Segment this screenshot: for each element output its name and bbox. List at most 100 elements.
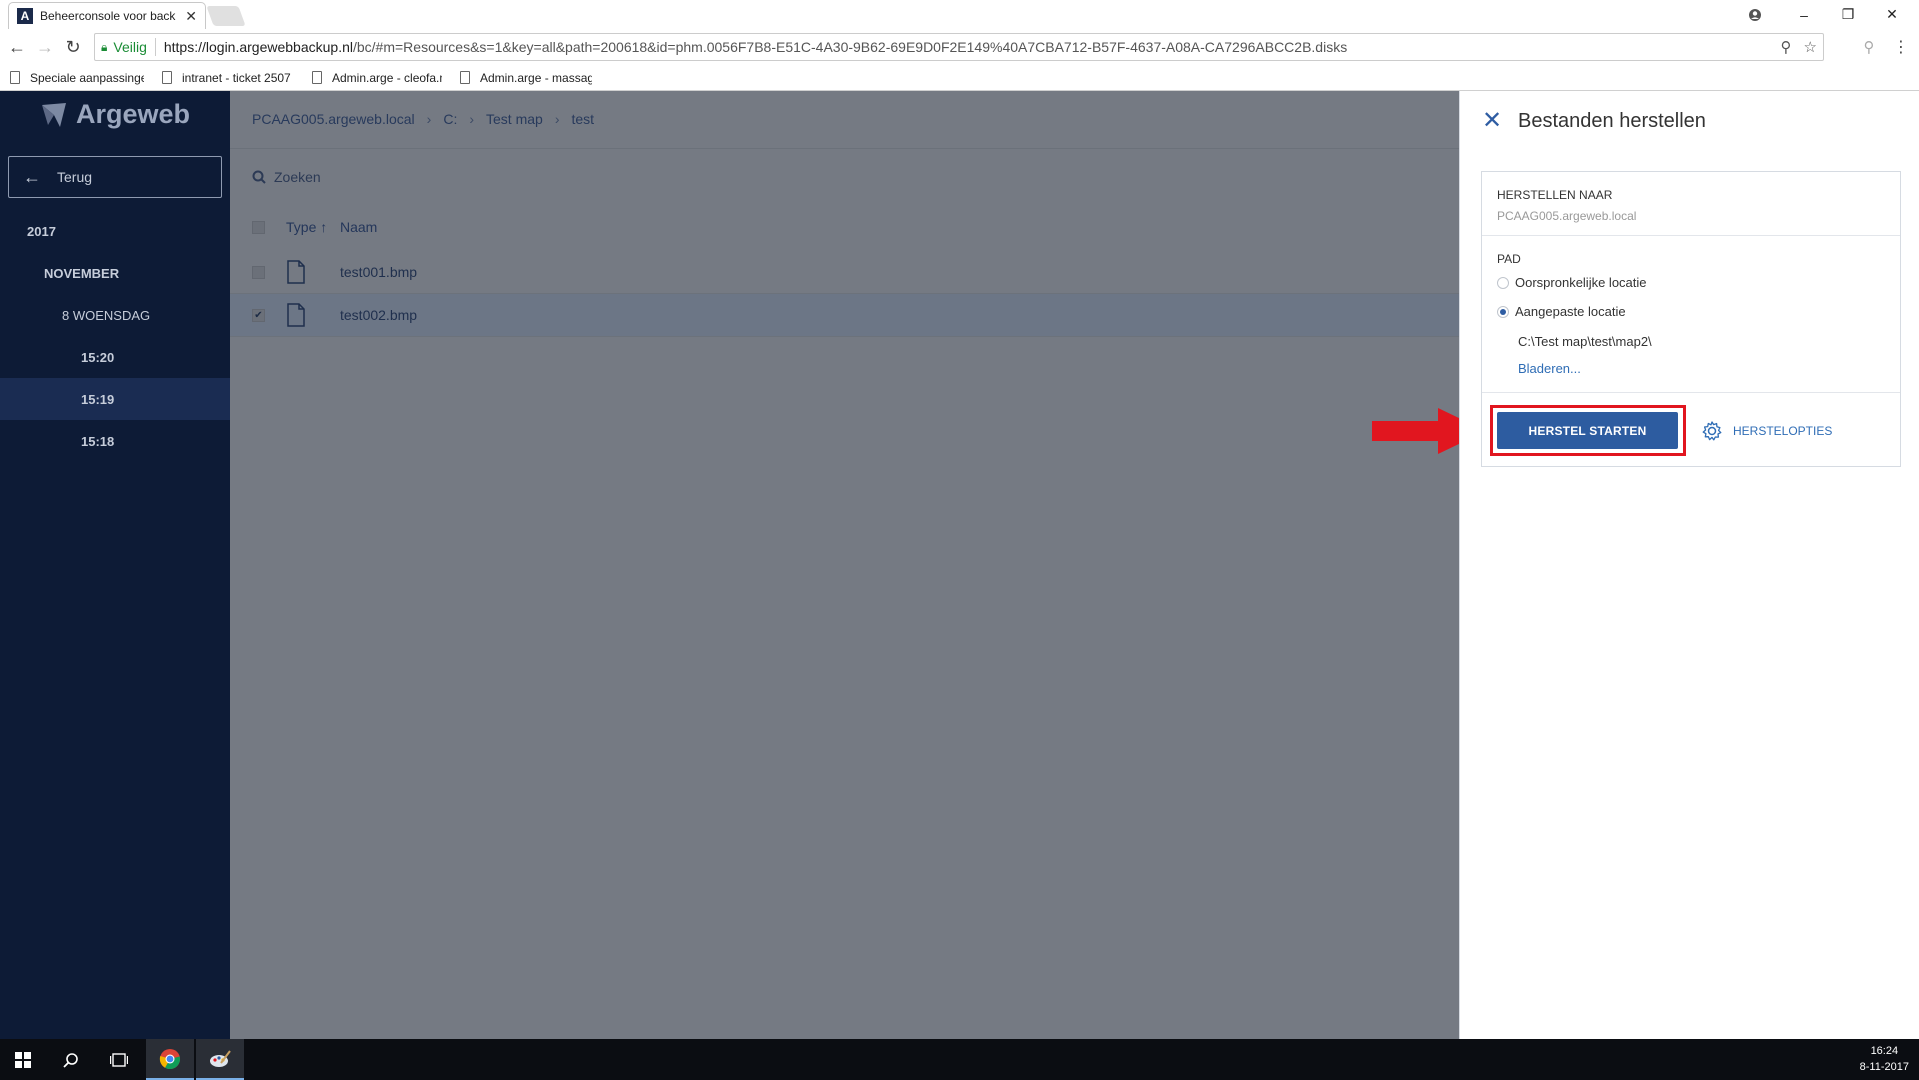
new-tab-button[interactable] xyxy=(206,6,246,26)
argeweb-favicon-icon: A xyxy=(17,8,33,24)
search-field[interactable]: Zoeken xyxy=(252,169,321,185)
back-label: Terug xyxy=(57,169,93,185)
url-path: /bc/#m=Resources&s=1&key=all&path=200618… xyxy=(352,39,1348,55)
browse-link[interactable]: Bladeren... xyxy=(1518,361,1581,376)
lock-icon: 🔒︎ xyxy=(101,39,108,54)
restore-target-section: HERSTELLEN NAAR PCAAG005.argeweb.local xyxy=(1482,172,1900,236)
radio-button[interactable] xyxy=(1497,276,1509,289)
nav-day[interactable]: 8 WOENSDAG xyxy=(0,294,230,336)
column-type[interactable]: Type ↑ xyxy=(286,219,340,235)
radio-button[interactable] xyxy=(1497,305,1509,318)
restore-panel: ✕ Bestanden herstellen HERSTELLEN NAAR P… xyxy=(1459,91,1919,1039)
radio-label: Aangepaste locatie xyxy=(1515,304,1626,319)
bookmark-label: Speciale aanpassinge xyxy=(30,70,144,85)
extension-icon[interactable]: ⚲ xyxy=(1857,35,1881,59)
gear-icon xyxy=(1702,421,1722,441)
restore-card: HERSTELLEN NAAR PCAAG005.argeweb.local P… xyxy=(1481,171,1901,467)
nav-time-1518[interactable]: 15:18 xyxy=(0,420,230,462)
tab-title: Beheerconsole voor back xyxy=(40,9,176,23)
breadcrumb-item[interactable]: Test map xyxy=(486,111,543,127)
breadcrumb-item: test xyxy=(571,111,595,127)
divider xyxy=(154,38,156,56)
bookmarks-bar: Speciale aanpassinge intranet - ticket 2… xyxy=(0,65,1919,91)
bookmark-label: Admin.arge - massag xyxy=(480,70,592,85)
path-label: PAD xyxy=(1497,252,1521,266)
nav-year[interactable]: 2017 xyxy=(0,210,230,252)
select-all-checkbox[interactable] xyxy=(252,220,265,234)
breadcrumb-item[interactable]: PCAAG005.argeweb.local xyxy=(252,111,415,127)
radio-original-location[interactable]: Oorspronkelijke locatie xyxy=(1497,275,1647,290)
table-row[interactable]: test001.bmp xyxy=(230,251,1459,294)
restore-icon[interactable]: ❐ xyxy=(1826,0,1870,29)
nav-label: NOVEMBER xyxy=(44,265,120,281)
column-label: Type xyxy=(286,219,317,235)
paint-app-icon[interactable] xyxy=(196,1039,244,1080)
logo-text: Argeweb xyxy=(76,99,191,129)
table-row[interactable]: ✔ test002.bmp xyxy=(230,294,1459,337)
task-view-icon[interactable] xyxy=(96,1039,142,1080)
system-clock[interactable]: 16:24 8-11-2017 xyxy=(1860,1043,1909,1075)
bookmark-item[interactable]: Admin.arge - cleofa.n xyxy=(312,71,442,85)
secure-label: Veilig xyxy=(113,39,147,55)
row-checkbox[interactable] xyxy=(252,265,265,279)
column-name[interactable]: Naam xyxy=(340,219,377,235)
breadcrumb: PCAAG005.argeweb.local › C: › Test map ›… xyxy=(252,111,594,127)
reload-icon[interactable]: ↻ xyxy=(61,35,85,59)
search-placeholder: Zoeken xyxy=(274,169,321,185)
options-label: HERSTELOPTIES xyxy=(1733,424,1833,438)
bookmark-label: Admin.arge - cleofa.n xyxy=(332,70,442,85)
bookmark-star-icon[interactable]: ☆ xyxy=(1804,38,1817,56)
start-restore-button[interactable]: HERSTEL STARTEN xyxy=(1497,412,1678,449)
minimize-icon[interactable]: – xyxy=(1782,0,1826,29)
radio-label: Oorspronkelijke locatie xyxy=(1515,275,1647,290)
nav-label: 2017 xyxy=(27,223,56,239)
nav-month[interactable]: NOVEMBER xyxy=(0,252,230,294)
chevron-right-icon: › xyxy=(554,111,560,127)
restore-options-link[interactable]: HERSTELOPTIES xyxy=(1701,420,1832,442)
clock-time: 16:24 xyxy=(1870,1045,1899,1057)
file-name: test002.bmp xyxy=(340,307,418,323)
chrome-icon[interactable] xyxy=(146,1039,194,1080)
windows-start-icon[interactable] xyxy=(0,1039,46,1080)
url-origin: https://login.argewebbackup.nl xyxy=(163,39,353,55)
radio-custom-location[interactable]: Aangepaste locatie xyxy=(1497,304,1626,319)
profile-icon[interactable] xyxy=(1733,0,1777,29)
close-icon[interactable]: ✕ xyxy=(1482,109,1502,133)
row-checkbox[interactable]: ✔ xyxy=(252,308,265,322)
url-text: https://login.argewebbackup.nl/bc/#m=Res… xyxy=(164,39,1769,55)
address-bar[interactable]: 🔒︎ Veilig https://login.argewebbackup.nl… xyxy=(94,33,1824,61)
search-icon[interactable] xyxy=(48,1039,94,1080)
forward-nav-icon[interactable]: → xyxy=(33,35,57,59)
arrow-left-icon: ← xyxy=(23,166,41,187)
browser-tab[interactable]: A Beheerconsole voor back ✕ xyxy=(8,2,206,29)
menu-icon[interactable]: ⋮ xyxy=(1889,35,1913,59)
window-close-icon[interactable]: ✕ xyxy=(1870,0,1914,29)
zoom-icon[interactable]: ⚲ xyxy=(1781,38,1792,56)
back-nav-icon[interactable]: ← xyxy=(5,35,29,59)
clock-date: 8-11-2017 xyxy=(1859,1061,1909,1073)
windows-taskbar: 16:24 8-11-2017 xyxy=(0,1039,1919,1080)
nav-time-1520[interactable]: 15:20 xyxy=(0,336,230,378)
panel-title: Bestanden herstellen xyxy=(1518,110,1706,132)
breadcrumb-item[interactable]: C: xyxy=(443,111,457,127)
chevron-right-icon: › xyxy=(469,111,474,127)
restore-to-value: PCAAG005.argeweb.local xyxy=(1497,209,1637,223)
nav-label: 15:18 xyxy=(81,433,115,449)
restore-to-label: HERSTELLEN NAAR xyxy=(1497,188,1613,202)
file-name: test001.bmp xyxy=(340,264,418,280)
bookmark-item[interactable]: Speciale aanpassinge xyxy=(10,71,144,85)
sort-up-icon: ↑ xyxy=(320,219,328,235)
bookmark-item[interactable]: Admin.arge - massag xyxy=(460,71,592,85)
file-browser: PCAAG005.argeweb.local › C: › Test map ›… xyxy=(230,91,1459,1039)
bookmark-item[interactable]: intranet - ticket 2507 xyxy=(162,71,294,85)
page-icon xyxy=(162,71,172,84)
page-icon xyxy=(312,71,322,84)
nav-label: 15:19 xyxy=(81,391,115,407)
nav-label: 8 WOENSDAG xyxy=(62,307,151,323)
back-button[interactable]: ← Terug xyxy=(8,156,222,198)
chevron-right-icon: › xyxy=(426,111,432,127)
nav-time-1519[interactable]: 15:19 xyxy=(0,378,230,420)
page-icon xyxy=(10,71,20,84)
table-header: Type ↑ Naam xyxy=(230,209,1459,245)
tab-close-icon[interactable]: ✕ xyxy=(185,8,197,25)
